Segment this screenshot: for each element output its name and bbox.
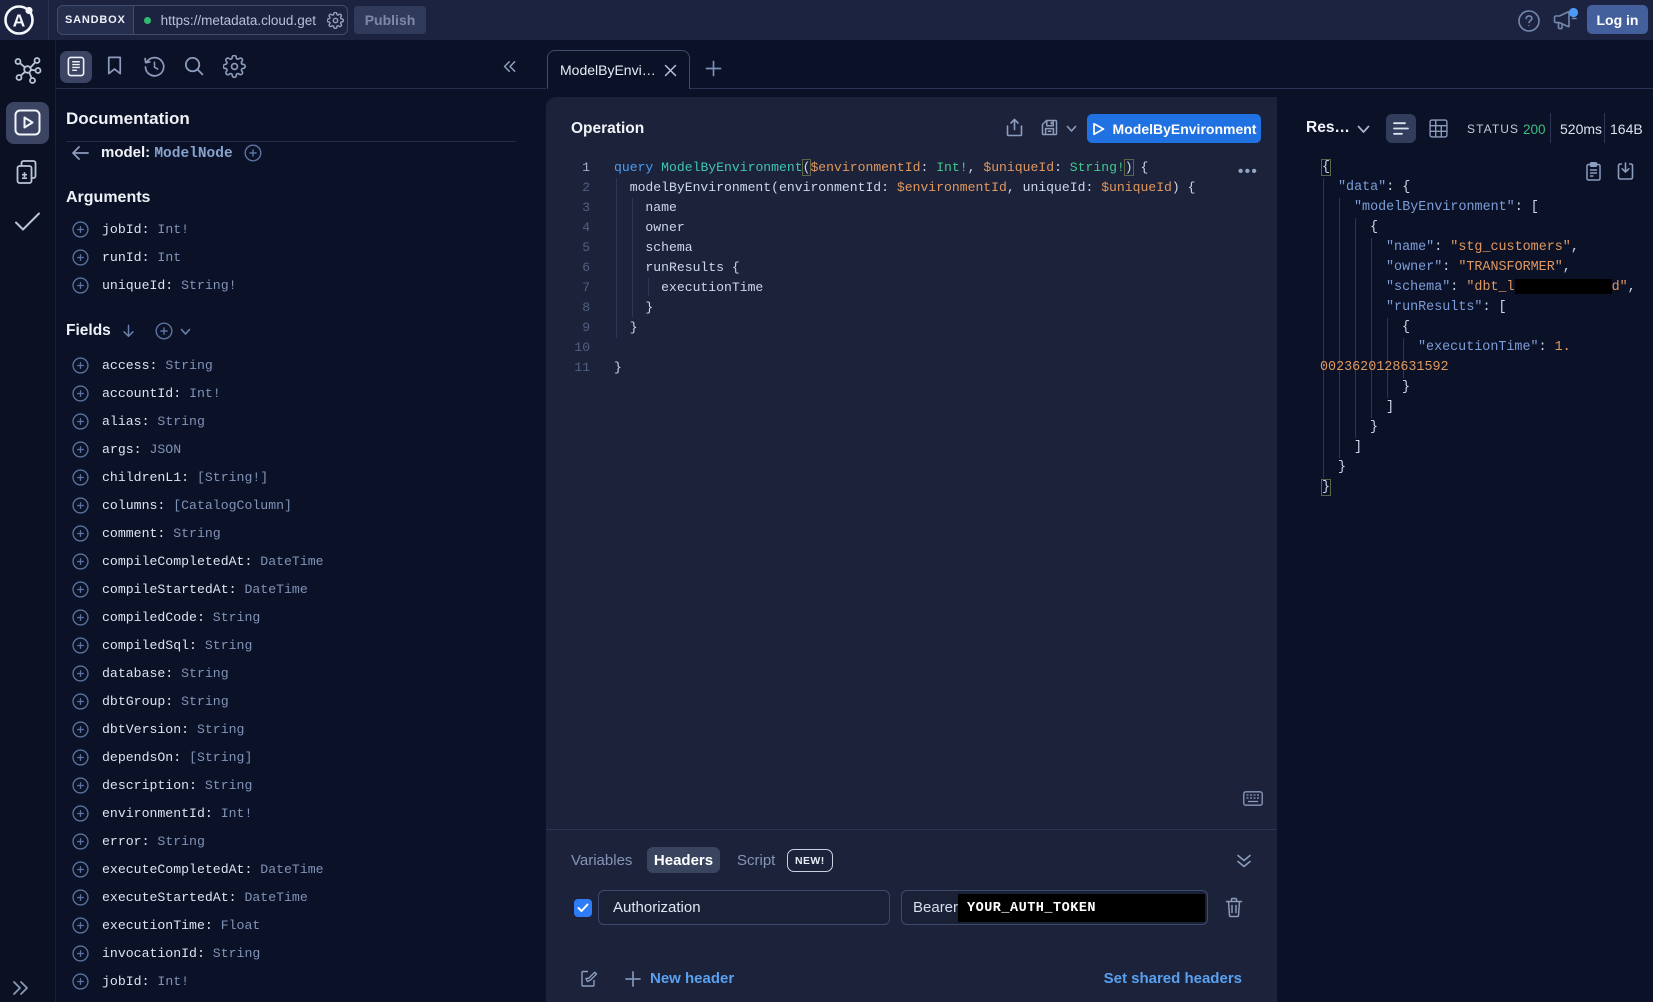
svg-text:A: A bbox=[13, 11, 26, 31]
